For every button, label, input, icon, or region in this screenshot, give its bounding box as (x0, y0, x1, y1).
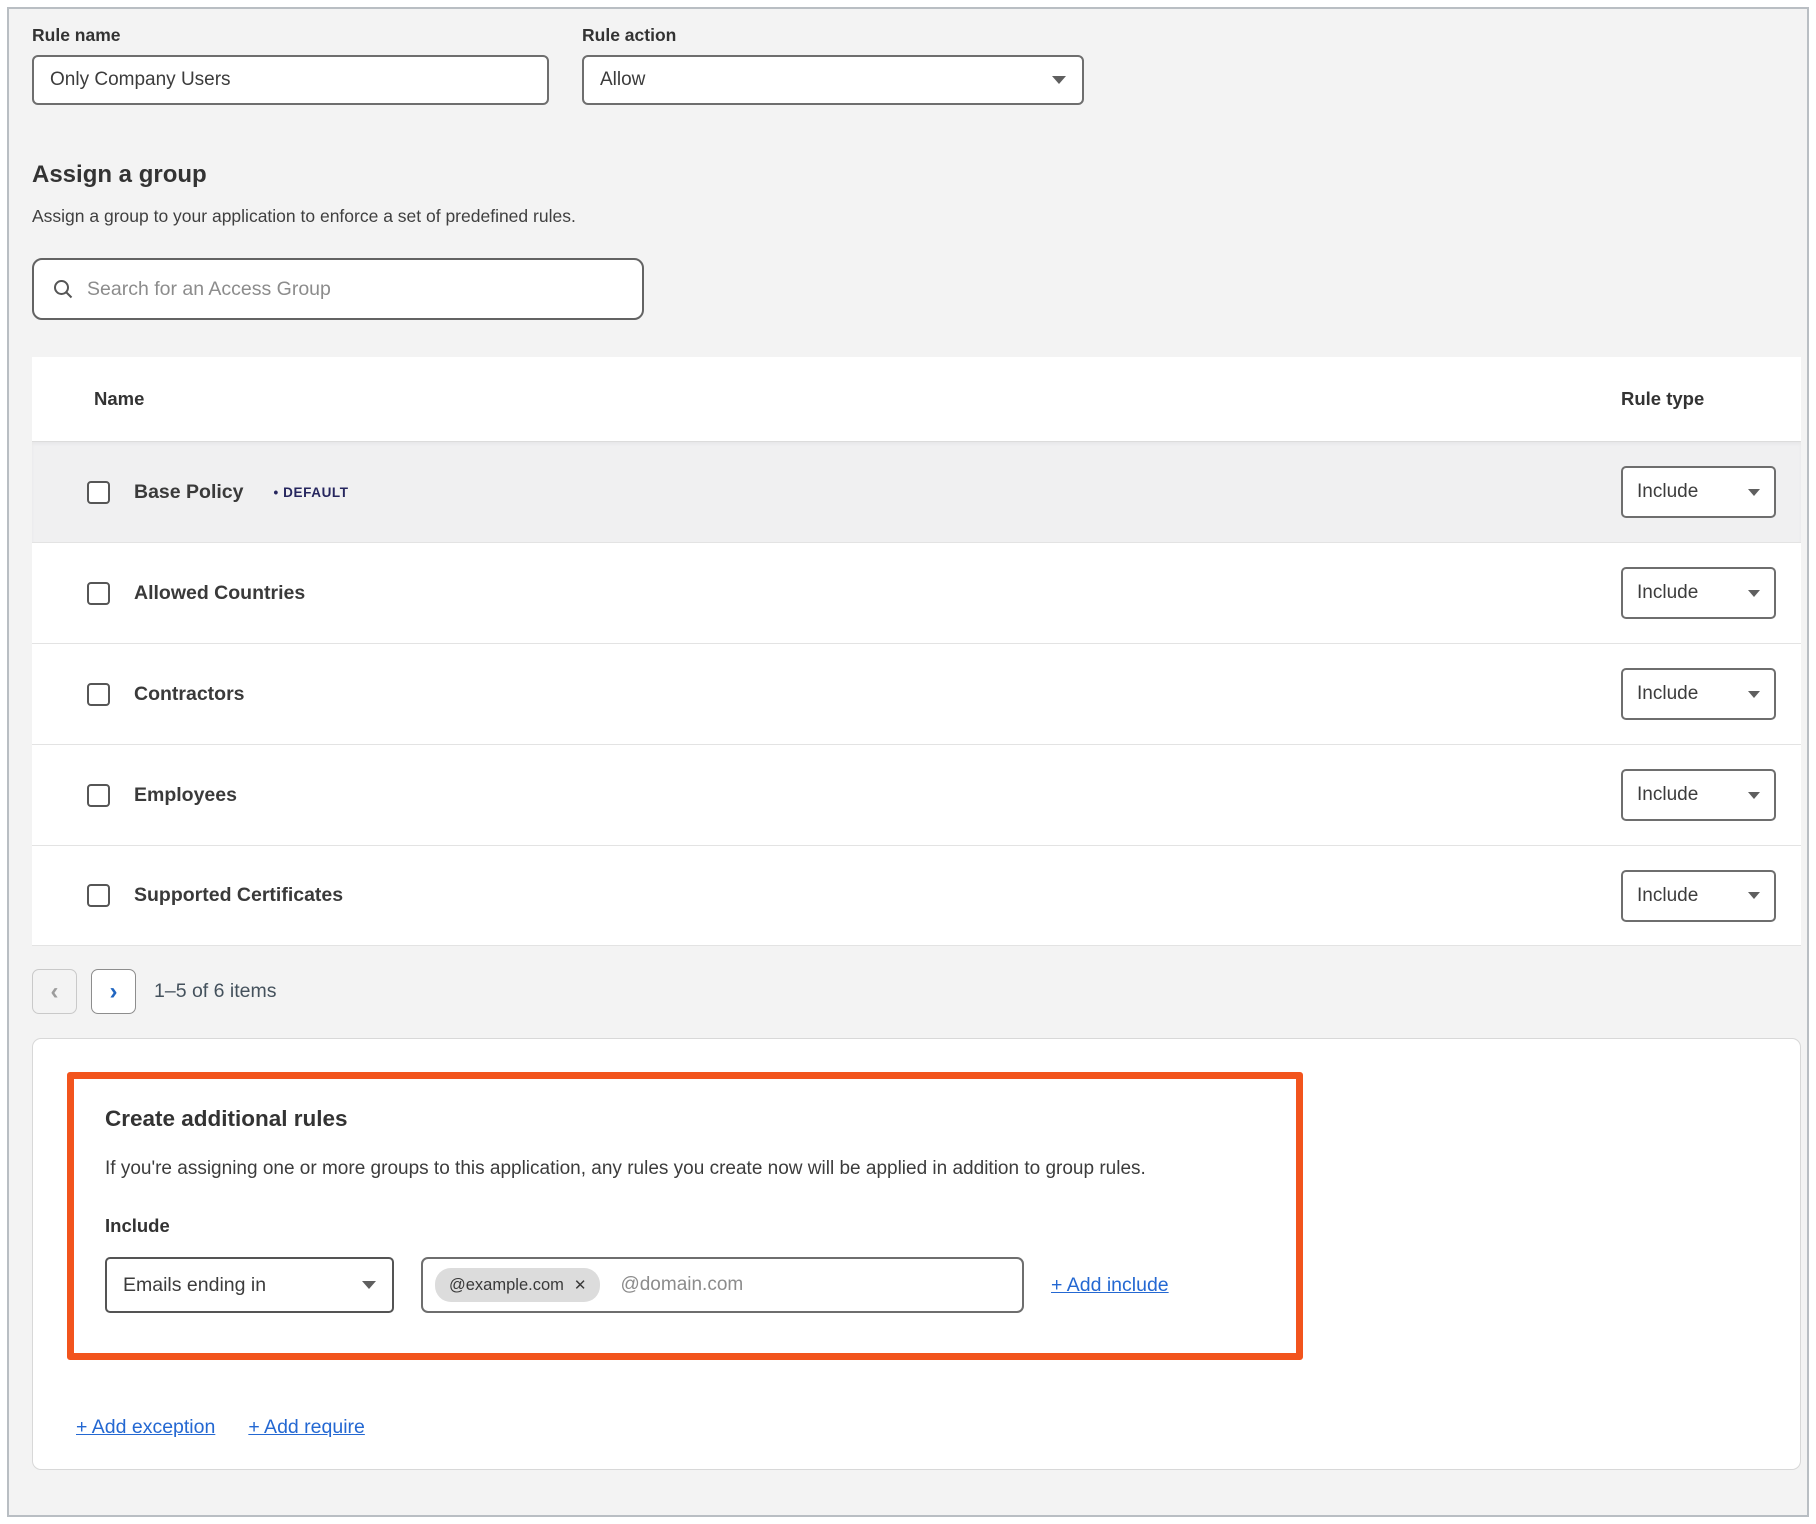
access-group-table: Name Rule type Base Policy • DEFAULT Inc… (32, 357, 1801, 946)
rule-name-label: Rule name (32, 25, 549, 46)
rule-type-select[interactable]: Include (1621, 668, 1776, 720)
include-label: Include (105, 1215, 1265, 1237)
email-domain-input-wrap: @example.com ✕ (421, 1257, 1024, 1313)
row-checkbox[interactable] (87, 582, 110, 605)
prev-page-button[interactable]: ‹ (32, 969, 77, 1014)
table-row: Supported Certificates Include (32, 845, 1801, 946)
row-checkbox[interactable] (87, 884, 110, 907)
close-icon[interactable]: ✕ (574, 1278, 587, 1293)
chevron-down-icon (1052, 76, 1066, 84)
page-content: Rule name Rule action Allow Assign a gro… (7, 7, 1809, 1517)
rule-type-select[interactable]: Include (1621, 769, 1776, 821)
email-domain-chip: @example.com ✕ (435, 1268, 600, 1302)
rule-type-value: Include (1637, 683, 1698, 705)
chevron-left-icon: ‹ (51, 980, 59, 1004)
rule-name-input[interactable] (50, 69, 531, 91)
rule-type-value: Include (1637, 784, 1698, 806)
column-header-name: Name (32, 388, 1621, 410)
rule-action-links: + Add exception + Add require (67, 1416, 1766, 1439)
rule-type-value: Include (1637, 481, 1698, 503)
rule-selector-value: Emails ending in (123, 1274, 266, 1297)
rule-name-field: Rule name (32, 25, 549, 105)
additional-rules-description: If you're assigning one or more groups t… (105, 1158, 1265, 1180)
rule-type-select[interactable]: Include (1621, 870, 1776, 922)
row-name: Base Policy (134, 481, 243, 504)
include-rule-row: Emails ending in @example.com ✕ + Add in… (105, 1257, 1265, 1313)
rule-type-select[interactable]: Include (1621, 466, 1776, 518)
row-name: Supported Certificates (134, 884, 343, 907)
chevron-down-icon (1748, 892, 1760, 899)
rule-action-field: Rule action Allow (582, 25, 1084, 105)
additional-rules-card: Create additional rules If you're assign… (32, 1038, 1801, 1470)
row-name: Employees (134, 784, 237, 807)
screenshot-root: Rule name Rule action Allow Assign a gro… (0, 0, 1816, 1524)
access-group-search (32, 258, 644, 320)
search-input[interactable] (87, 278, 624, 301)
chevron-down-icon (362, 1281, 376, 1289)
add-exception-link[interactable]: + Add exception (76, 1416, 215, 1439)
additional-rules-title: Create additional rules (105, 1106, 1265, 1132)
chevron-down-icon (1748, 792, 1760, 799)
default-badge: • DEFAULT (273, 485, 348, 500)
next-page-button[interactable]: › (91, 969, 136, 1014)
rule-type-value: Include (1637, 885, 1698, 907)
row-checkbox[interactable] (87, 683, 110, 706)
row-name: Contractors (134, 683, 245, 706)
assign-group-description: Assign a group to your application to en… (32, 206, 1795, 227)
rule-type-value: Include (1637, 582, 1698, 604)
rule-action-label: Rule action (582, 25, 1084, 46)
table-header: Name Rule type (32, 357, 1801, 441)
row-checkbox[interactable] (87, 481, 110, 504)
pagination: ‹ › 1–5 of 6 items (32, 969, 1795, 1014)
rule-selector-dropdown[interactable]: Emails ending in (105, 1257, 394, 1313)
chevron-down-icon (1748, 489, 1760, 496)
column-header-rule-type: Rule type (1621, 388, 1801, 410)
rule-form: Rule name Rule action Allow (32, 25, 1795, 105)
add-require-link[interactable]: + Add require (248, 1416, 365, 1439)
search-icon (52, 278, 74, 300)
rule-name-input-wrap (32, 55, 549, 105)
chevron-right-icon: › (110, 980, 118, 1004)
row-name: Allowed Countries (134, 582, 305, 605)
add-include-link[interactable]: + Add include (1051, 1274, 1169, 1297)
highlight-annotation-box: Create additional rules If you're assign… (67, 1072, 1303, 1360)
assign-group-title: Assign a group (32, 161, 1795, 189)
rule-type-select[interactable]: Include (1621, 567, 1776, 619)
rule-action-value: Allow (600, 69, 645, 91)
chip-label: @example.com (449, 1276, 564, 1295)
email-domain-input[interactable] (620, 1274, 1010, 1296)
table-row: Contractors Include (32, 643, 1801, 744)
pagination-count: 1–5 of 6 items (154, 980, 276, 1003)
table-row: Employees Include (32, 744, 1801, 845)
chevron-down-icon (1748, 691, 1760, 698)
row-checkbox[interactable] (87, 784, 110, 807)
chevron-down-icon (1748, 590, 1760, 597)
rule-action-select[interactable]: Allow (582, 55, 1084, 105)
table-row: Base Policy • DEFAULT Include (32, 441, 1801, 542)
table-row: Allowed Countries Include (32, 542, 1801, 643)
